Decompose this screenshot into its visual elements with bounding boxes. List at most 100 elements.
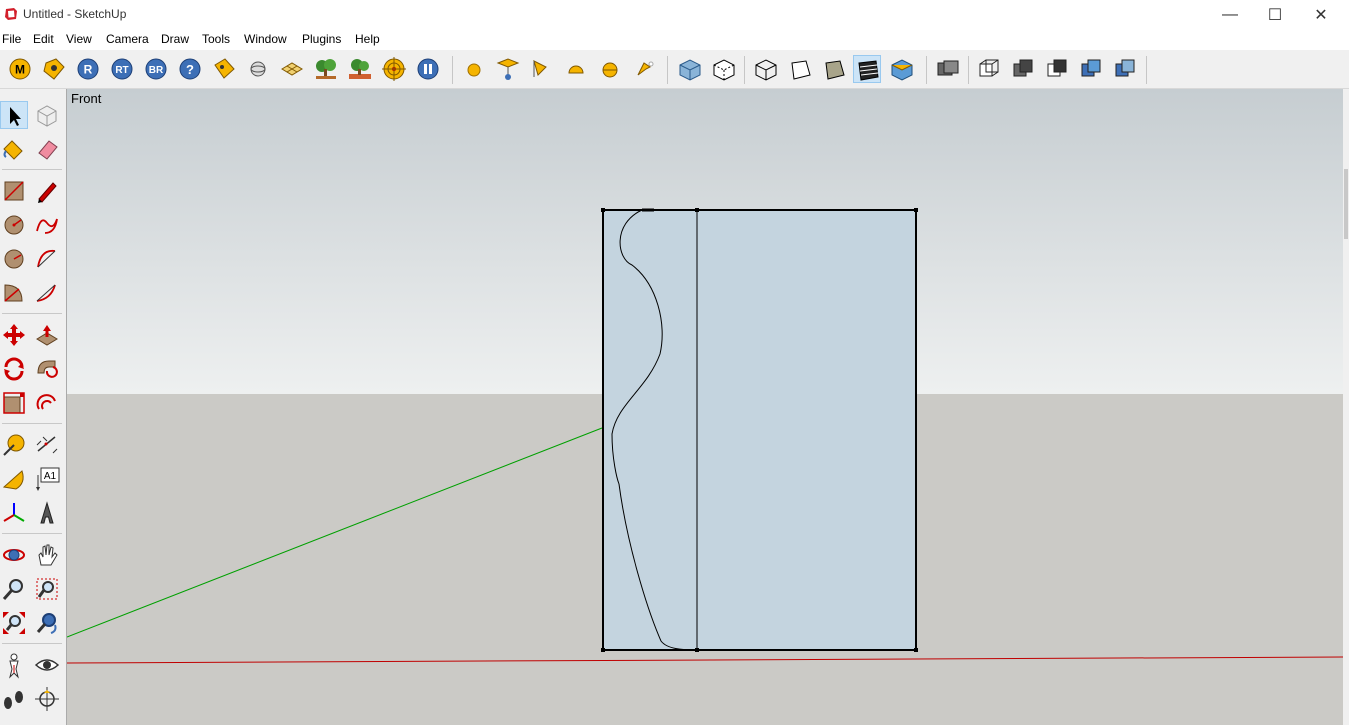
menu-view[interactable]: View (66, 32, 92, 46)
vertex-marker (601, 208, 605, 212)
lamp-icon[interactable] (494, 55, 522, 83)
right-view-icon[interactable] (1078, 55, 1106, 83)
left-tool-palette: A1 (0, 89, 67, 725)
vertex-marker (914, 208, 918, 212)
section-plane-icon[interactable] (934, 55, 962, 83)
back-view-icon[interactable] (1112, 55, 1140, 83)
monochrome-style-icon[interactable] (888, 55, 916, 83)
iso-view-icon[interactable] (976, 55, 1004, 83)
text-tool-glyph: A1 (44, 471, 57, 482)
panel-face (602, 209, 917, 651)
sketchup-logo-icon (5, 8, 17, 20)
menu-help[interactable]: Help (355, 32, 380, 46)
back-edges-style-icon[interactable] (710, 55, 738, 83)
window-title: Untitled - SketchUp (23, 7, 127, 21)
text-tool-icon[interactable]: A1 (33, 465, 61, 493)
target-icon[interactable] (380, 55, 408, 83)
3d-text-icon[interactable] (33, 499, 61, 527)
shaded-textures-style-icon[interactable] (853, 55, 881, 83)
follow-me-icon[interactable] (33, 355, 61, 383)
tree-placer-icon[interactable] (346, 55, 374, 83)
protractor-icon[interactable] (0, 465, 28, 493)
svg-text:M: M (15, 63, 25, 77)
tag-plugin-icon[interactable] (40, 55, 68, 83)
vertical-scrollbar[interactable] (1343, 89, 1349, 725)
pause-icon[interactable] (414, 55, 442, 83)
paint-bucket-icon[interactable] (0, 135, 28, 163)
look-around-icon[interactable] (33, 651, 61, 679)
half-sphere-icon[interactable] (596, 55, 624, 83)
zoom-window-icon[interactable] (33, 575, 61, 603)
move-tool-icon[interactable] (0, 321, 28, 349)
axes-tool-icon[interactable] (0, 499, 28, 527)
menu-window[interactable]: Window (244, 32, 287, 46)
circle-tool-icon[interactable] (0, 211, 28, 239)
dimension-tool-icon[interactable] (33, 431, 61, 459)
rectangle-tool-icon[interactable] (0, 177, 28, 205)
minimize-button[interactable]: — (1207, 0, 1253, 30)
help-plugin-icon[interactable]: ? (176, 55, 204, 83)
previous-view-icon[interactable] (33, 609, 61, 637)
rotate-tool-icon[interactable] (0, 355, 28, 383)
light-arrow-icon[interactable] (630, 55, 658, 83)
top-view-icon[interactable] (1010, 55, 1038, 83)
drawing-viewport[interactable]: Front (67, 89, 1343, 725)
polygon-tool-icon[interactable] (0, 245, 28, 273)
make-component-icon[interactable] (33, 101, 61, 129)
vertex-marker (601, 648, 605, 652)
menu-edit[interactable]: Edit (33, 32, 54, 46)
top-toolbar: M R RT BR ? (0, 50, 1349, 89)
pencil-tool-icon[interactable] (33, 177, 61, 205)
rt-plugin-icon[interactable]: RT (108, 55, 136, 83)
br-plugin-icon[interactable]: BR (142, 55, 170, 83)
close-button[interactable]: ✕ (1298, 0, 1344, 30)
menu-file[interactable]: File (2, 32, 21, 46)
walk-tool-icon[interactable] (0, 685, 28, 713)
hidden-line-style-icon[interactable] (786, 55, 814, 83)
offset-tool-icon[interactable] (33, 389, 61, 417)
xray-style-icon[interactable] (676, 55, 704, 83)
arc-tool-icon[interactable] (33, 245, 61, 273)
menu-draw[interactable]: Draw (161, 32, 189, 46)
zoom-tool-icon[interactable] (0, 575, 28, 603)
svg-text:RT: RT (115, 65, 128, 76)
section-tool-icon[interactable] (33, 685, 61, 713)
scale-tool-icon[interactable] (0, 389, 28, 417)
maximize-button[interactable]: ☐ (1252, 0, 1298, 30)
freehand-tool-icon[interactable] (33, 211, 61, 239)
menu-bar: File Edit View Camera Draw Tools Window … (0, 30, 1349, 50)
vertex-marker (914, 648, 918, 652)
scene-canvas (67, 89, 1343, 725)
front-view-icon[interactable] (1044, 55, 1072, 83)
shaded-style-icon[interactable] (820, 55, 848, 83)
sun-icon[interactable] (460, 55, 488, 83)
scrollbar-thumb[interactable] (1344, 169, 1348, 239)
sphere-plugin-icon[interactable] (244, 55, 272, 83)
dome-icon[interactable] (562, 55, 590, 83)
menu-camera[interactable]: Camera (106, 32, 149, 46)
position-camera-icon[interactable] (0, 651, 28, 679)
label-plugin-icon[interactable] (210, 55, 238, 83)
zoom-extents-icon[interactable] (0, 609, 28, 637)
menu-plugins[interactable]: Plugins (302, 32, 341, 46)
title-bar: Untitled - SketchUp — ☐ ✕ (0, 0, 1349, 30)
svg-text:?: ? (186, 62, 194, 77)
two-point-arc-icon[interactable] (33, 279, 61, 307)
menu-tools[interactable]: Tools (202, 32, 230, 46)
scene-tab-label: Front (71, 91, 102, 106)
push-pull-icon[interactable] (33, 321, 61, 349)
eraser-icon[interactable] (33, 135, 61, 163)
tree-plugin-icon[interactable] (312, 55, 340, 83)
wireframe-style-icon[interactable] (752, 55, 780, 83)
svg-text:R: R (84, 63, 93, 77)
spotlight-icon[interactable] (528, 55, 556, 83)
vertex-marker (695, 648, 699, 652)
select-tool-icon[interactable] (0, 101, 28, 129)
r-plugin-icon[interactable]: R (74, 55, 102, 83)
grid-plugin-icon[interactable] (278, 55, 306, 83)
pan-tool-icon[interactable] (33, 541, 61, 569)
orbit-tool-icon[interactable] (0, 541, 28, 569)
tape-measure-icon[interactable] (0, 431, 28, 459)
pie-tool-icon[interactable] (0, 279, 28, 307)
m-plugin-icon[interactable]: M (6, 55, 34, 83)
